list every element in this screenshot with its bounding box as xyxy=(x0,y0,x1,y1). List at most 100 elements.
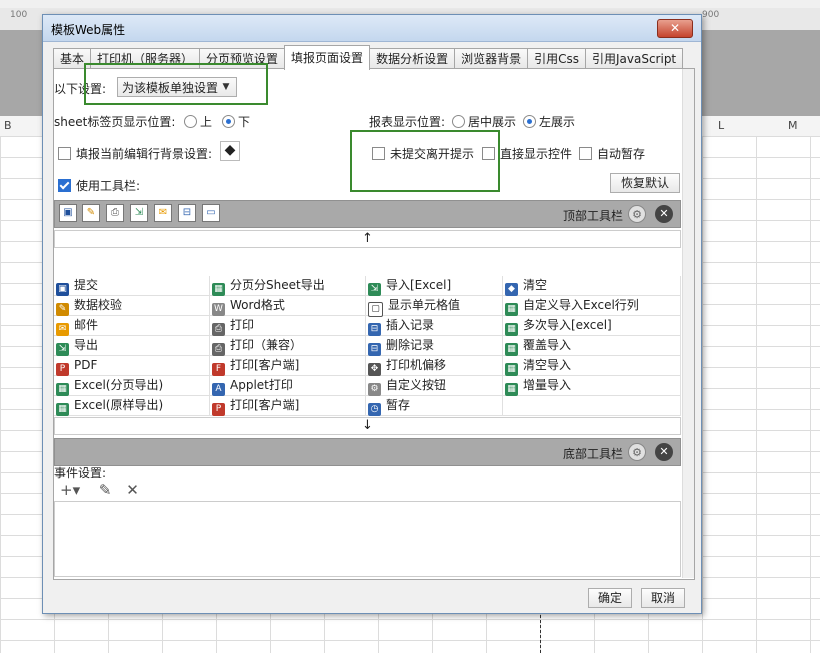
dialog-titlebar[interactable]: 模板Web属性 ✕ xyxy=(43,15,701,42)
bottom-toolbar-strip[interactable]: 底部工具栏 ⚙ ✕ xyxy=(54,438,681,466)
bg-fill-checkbox[interactable] xyxy=(58,147,71,160)
edit-icon[interactable]: ✎ xyxy=(99,481,112,499)
dialog-title: 模板Web属性 xyxy=(51,23,126,37)
bottom-remove-icon[interactable]: ✕ xyxy=(655,443,673,461)
toolbar-item[interactable]: P PDF xyxy=(54,356,210,376)
toolbar-item-icon: ▣ xyxy=(56,283,69,296)
toolbar-item[interactable]: A Applet打印 xyxy=(210,376,366,396)
tab-data-analysis[interactable]: 数据分析设置 xyxy=(369,48,456,70)
use-toolbar-label: 使用工具栏: xyxy=(76,179,141,193)
autosave-checkbox[interactable] xyxy=(579,147,592,160)
restore-default-button[interactable]: 恢复默认 xyxy=(610,173,680,193)
toolbar-item[interactable]: ▣ 提交 xyxy=(54,276,210,296)
toolbar-item[interactable]: F 打印[客户端] xyxy=(210,356,366,376)
toolbar-item[interactable]: ▢ 显示单元格值 xyxy=(366,296,503,317)
panel-scrollbar[interactable] xyxy=(682,69,694,578)
radio-top[interactable] xyxy=(184,115,197,128)
gear-icon[interactable]: ⚙ xyxy=(628,205,646,223)
toolbar-item[interactable]: ▦ 覆盖导入 xyxy=(503,336,681,356)
radio-center[interactable] xyxy=(452,115,465,128)
close-button[interactable]: ✕ xyxy=(657,19,693,38)
toolbar-item[interactable]: P 打印[客户端] xyxy=(210,396,366,416)
column-l: L xyxy=(718,119,725,132)
toolbar-item[interactable]: ⊟ 插入记录 xyxy=(366,316,503,336)
web-properties-dialog: 模板Web属性 ✕ 基本 打印机（服务器） 分页预览设置 填报页面设置 数据分析… xyxy=(42,14,702,614)
use-toolbar-checkbox-row[interactable]: 使用工具栏: xyxy=(58,177,140,194)
toolbar-item[interactable]: ▦ Excel(分页导出) xyxy=(54,376,210,396)
toolbar-item[interactable]: ✥ 打印机偏移 xyxy=(366,356,503,376)
toolbar-item-label: 提交 xyxy=(74,278,99,292)
ruler-label-right: 900 xyxy=(702,10,720,20)
use-toolbar-checkbox[interactable] xyxy=(58,179,71,192)
tab-browser-background[interactable]: 浏览器背景 xyxy=(454,48,529,70)
toolbar-item-icon: ▦ xyxy=(56,403,69,416)
printer-icon[interactable]: ⎙ xyxy=(106,204,124,222)
tab-javascript[interactable]: 引用JavaScript xyxy=(584,48,684,70)
toolbar-item-label: Excel(分页导出) xyxy=(74,378,164,392)
tab-fill-page[interactable]: 填报页面设置 xyxy=(284,45,371,70)
move-up-arrow[interactable]: ↑ xyxy=(54,230,681,248)
toolbar-item[interactable]: ▦ 多次导入[excel] xyxy=(503,316,681,336)
toolbar-item[interactable]: ⎙ 打印（兼容） xyxy=(210,336,366,356)
toolbar-item-label: Applet打印 xyxy=(230,378,293,392)
add-icon[interactable]: +▾ xyxy=(60,481,80,499)
toolbar-item[interactable]: ✉ 邮件 xyxy=(54,316,210,336)
toolbar-item[interactable]: ⇲ 导入[Excel] xyxy=(366,276,503,296)
toolbar-item[interactable]: ◷ 暂存 xyxy=(366,396,503,416)
toolbar-item xyxy=(503,396,681,416)
toolbar-item-icon: ✥ xyxy=(368,363,381,376)
report-left-option[interactable]: 左展示 xyxy=(517,113,575,130)
save-icon[interactable]: ▣ xyxy=(59,204,77,222)
toolbar-item-label: 多次导入[excel] xyxy=(523,318,612,332)
toolbar-item[interactable]: ▦ 增量导入 xyxy=(503,376,681,396)
toolbar-item[interactable]: ▦ 清空导入 xyxy=(503,356,681,376)
delete-icon[interactable]: ✕ xyxy=(126,481,139,499)
toolbar-item[interactable]: W Word格式 xyxy=(210,296,366,316)
toolbar-item[interactable]: ▦ 分页分Sheet导出 xyxy=(210,276,366,296)
sheet-tab-top-option[interactable]: 上 xyxy=(178,113,212,130)
insert-row-icon[interactable]: ⊟ xyxy=(178,204,196,222)
bottom-toolbar-label: 底部工具栏 xyxy=(563,447,624,461)
radio-left[interactable] xyxy=(523,115,536,128)
bottom-gear-icon[interactable]: ⚙ xyxy=(628,443,646,461)
column-m: M xyxy=(788,119,798,132)
toolbar-item-label: 清空导入 xyxy=(523,358,572,372)
paint-bucket-icon[interactable]: ◆ xyxy=(220,141,240,161)
toolbar-item[interactable]: ✎ 数据校验 xyxy=(54,296,210,316)
highlight-box-unsubmitted xyxy=(350,130,500,192)
ok-button[interactable]: 确定 xyxy=(588,588,632,608)
autosave-label: 自动暂存 xyxy=(597,147,646,161)
toolbar-item-label: Word格式 xyxy=(230,298,285,312)
toolbar-item[interactable]: ⊟ 删除记录 xyxy=(366,336,503,356)
sheet-tab-bottom-option[interactable]: 下 xyxy=(216,113,250,130)
move-down-arrow[interactable]: ↓ xyxy=(54,417,681,435)
export-icon[interactable]: ⇲ xyxy=(130,204,148,222)
event-list[interactable] xyxy=(54,501,681,577)
top-toolbar-strip[interactable]: ▣ ✎ ⎙ ⇲ ✉ ⊟ ▭ 顶部工具栏 ⚙ ✕ xyxy=(54,200,681,228)
toolbar-item-label: 覆盖导入 xyxy=(523,338,572,352)
toolbar-item-label: 清空 xyxy=(523,278,548,292)
tab-css[interactable]: 引用Css xyxy=(527,48,586,70)
remove-icon[interactable]: ✕ xyxy=(655,205,673,223)
toolbar-item[interactable]: ⇲ 导出 xyxy=(54,336,210,356)
cancel-button[interactable]: 取消 xyxy=(641,588,685,608)
event-toolbar: +▾ ✎ ✕ xyxy=(60,481,139,499)
window-icon[interactable]: ▭ xyxy=(202,204,220,222)
toolbar-item[interactable]: ⎙ 打印 xyxy=(210,316,366,336)
bg-fill-checkbox-row[interactable]: 填报当前编辑行背景设置: xyxy=(58,145,212,162)
mail-icon[interactable]: ✉ xyxy=(154,204,172,222)
toolbar-item-icon: ⊟ xyxy=(368,323,381,336)
toolbar-item[interactable]: ⚙ 自定义按钮 xyxy=(366,376,503,396)
toolbar-item[interactable]: ▦ Excel(原样导出) xyxy=(54,396,210,416)
radio-center-label: 居中展示 xyxy=(468,115,517,129)
toolbar-item-label: 打印[客户端] xyxy=(230,358,300,372)
toolbar-item-icon: ▦ xyxy=(505,303,518,316)
toolbar-item[interactable]: ◆ 清空 xyxy=(503,276,681,296)
pencil-icon[interactable]: ✎ xyxy=(82,204,100,222)
toolbar-item-icon: ⊟ xyxy=(368,343,381,356)
radio-bottom[interactable] xyxy=(222,115,235,128)
autosave-checkbox-row[interactable]: 自动暂存 xyxy=(579,145,645,162)
report-center-option[interactable]: 居中展示 xyxy=(446,113,516,130)
toolbar-item[interactable]: ▦ 自定义导入Excel行列 xyxy=(503,296,681,316)
close-icon: ✕ xyxy=(669,21,681,35)
